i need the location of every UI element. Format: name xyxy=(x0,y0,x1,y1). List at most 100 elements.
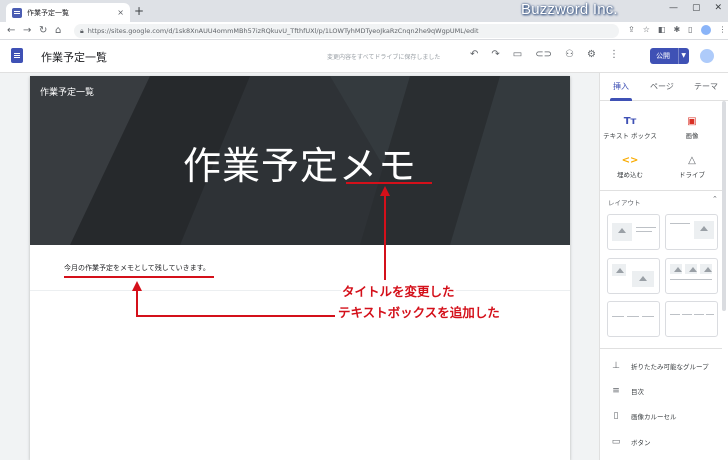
insert-text-box-button[interactable]: Tт テキスト ボックス xyxy=(600,115,660,140)
component-image-carousel[interactable]: ▯ 画像カルーセル xyxy=(611,411,677,421)
panel-scrollbar[interactable] xyxy=(722,101,726,311)
minimize-icon[interactable]: — xyxy=(669,3,678,13)
text-box[interactable]: 今月の作業予定をメモとして残していきます。 xyxy=(64,263,210,273)
component-label: ボタン xyxy=(631,439,651,447)
lock-icon: 🔒︎ xyxy=(80,26,84,35)
back-icon[interactable]: ← xyxy=(7,24,15,37)
insert-drive-button[interactable]: △ ドライブ xyxy=(662,154,722,179)
bookmark-star-icon[interactable]: ☆ xyxy=(643,25,650,35)
title-changed-label: タイトルを変更した xyxy=(341,284,456,300)
layout-text-line xyxy=(706,314,714,315)
layout-image-placeholder-icon xyxy=(700,264,712,274)
component-table-of-contents[interactable]: ≡ 目次 xyxy=(611,386,644,396)
layout-section-header: レイアウト xyxy=(608,199,641,207)
url-text: https://sites.google.com/d/1sk8XnAUU4omm… xyxy=(87,27,479,35)
new-tab-button[interactable]: + xyxy=(134,4,144,18)
layout-text-line xyxy=(670,223,690,224)
insert-item-label: ドライブ xyxy=(679,171,705,179)
title-annotation-underline xyxy=(346,182,432,184)
publish-button[interactable]: 公開 ▼ xyxy=(650,48,689,64)
link-icon[interactable]: ⊂⊃ xyxy=(535,49,552,60)
insert-embed-button[interactable]: <> 埋め込む xyxy=(600,154,660,179)
add-person-icon[interactable]: ⚇ xyxy=(565,49,574,60)
tab-close-icon[interactable]: × xyxy=(117,8,124,17)
component-label: 目次 xyxy=(631,388,644,396)
header-banner[interactable]: 作業予定一覧 作業予定メモ xyxy=(30,76,570,245)
document-title[interactable]: 作業予定一覧 xyxy=(41,49,107,65)
settings-gear-icon[interactable]: ⚙ xyxy=(587,49,596,60)
layout-option[interactable] xyxy=(665,258,718,294)
tab-pages[interactable]: ページ xyxy=(650,81,674,92)
layout-option[interactable] xyxy=(665,301,718,337)
layout-option[interactable] xyxy=(665,214,718,250)
drive-icon: △ xyxy=(688,155,696,166)
insert-image-button[interactable]: ▣ 画像 xyxy=(662,115,722,140)
image-icon: ▣ xyxy=(687,116,697,127)
layout-text-line xyxy=(670,314,680,315)
puzzle-icon[interactable]: ✱ xyxy=(673,25,680,35)
collapse-chevron-icon[interactable]: ⌃ xyxy=(712,195,718,203)
panel-tabs: 挿入 ページ テーマ xyxy=(600,73,728,101)
page-title[interactable]: 作業予定メモ xyxy=(30,135,570,190)
component-button[interactable]: ▭ ボタン xyxy=(611,437,651,447)
active-tab-indicator xyxy=(610,98,632,101)
layout-option[interactable] xyxy=(607,301,660,337)
layout-text-line xyxy=(612,316,624,317)
right-side-panel: 挿入 ページ テーマ Tт テキスト ボックス ▣ 画像 <> 埋め込む △ ド… xyxy=(599,73,728,460)
layout-option[interactable] xyxy=(607,214,660,250)
home-icon[interactable]: ⌂ xyxy=(55,24,61,37)
google-sites-logo-icon[interactable] xyxy=(11,48,23,63)
more-options-icon[interactable]: ⋮ xyxy=(609,49,619,60)
layout-text-line xyxy=(694,314,704,315)
profile-avatar[interactable] xyxy=(700,25,711,35)
reload-icon[interactable]: ↻ xyxy=(39,24,47,37)
layout-image-placeholder-icon xyxy=(685,264,697,274)
browser-extensions: ⇪ ☆ ◧ ✱ ▯ ⋮ xyxy=(628,25,727,35)
layout-text-line xyxy=(670,279,712,280)
site-name[interactable]: 作業予定一覧 xyxy=(40,85,94,98)
layout-text-line xyxy=(642,316,654,317)
sites-favicon-icon xyxy=(12,7,22,18)
textbox-annotation-underline xyxy=(64,276,214,278)
panel-divider xyxy=(600,348,722,349)
window-controls: — ▢ ✕ xyxy=(669,3,722,13)
address-bar: ← → ↻ ⌂ 🔒︎ https://sites.google.com/d/1s… xyxy=(0,22,728,40)
layout-text-line xyxy=(627,316,639,317)
insert-item-label: 埋め込む xyxy=(617,171,643,179)
publish-dropdown-icon[interactable]: ▼ xyxy=(681,52,686,59)
watermark: Buzzword Inc. xyxy=(521,1,618,18)
sidebar-icon[interactable]: ▯ xyxy=(688,25,692,35)
layout-text-line xyxy=(682,314,692,315)
redo-icon[interactable]: ↷ xyxy=(491,49,499,60)
layout-image-placeholder-icon xyxy=(632,271,654,287)
publish-label: 公開 xyxy=(656,52,670,60)
extension-icon[interactable]: ◧ xyxy=(658,25,666,35)
preview-icon[interactable]: ▭ xyxy=(513,49,522,60)
tab-insert[interactable]: 挿入 xyxy=(613,81,629,92)
url-field[interactable]: 🔒︎ https://sites.google.com/d/1sk8XnAUU4… xyxy=(74,24,619,38)
component-collapsible-group[interactable]: ⊥ 折りたたみ可能なグループ xyxy=(611,361,709,371)
share-icon[interactable]: ⇪ xyxy=(628,25,635,35)
panel-divider xyxy=(600,190,722,191)
section-divider xyxy=(30,290,570,291)
layout-image-placeholder-icon xyxy=(694,221,714,239)
embed-icon: <> xyxy=(621,155,639,166)
layout-image-placeholder-icon xyxy=(670,264,682,274)
tab-title: 作業予定一覧 xyxy=(27,8,69,17)
insert-item-label: テキスト ボックス xyxy=(603,132,657,140)
undo-icon[interactable]: ↶ xyxy=(470,49,478,60)
collapsible-group-icon: ⊥ xyxy=(612,361,620,371)
tab-themes[interactable]: テーマ xyxy=(694,81,718,92)
table-of-contents-icon: ≡ xyxy=(612,386,620,396)
browser-tab[interactable]: 作業予定一覧 × xyxy=(6,3,130,22)
forward-icon[interactable]: → xyxy=(23,24,31,37)
user-avatar[interactable] xyxy=(699,48,715,64)
save-status: 変更内容をすべてドライブに保存しました xyxy=(327,54,441,61)
component-label: 折りたたみ可能なグループ xyxy=(631,363,709,371)
layout-option[interactable] xyxy=(607,258,660,294)
menu-icon[interactable]: ⋮ xyxy=(719,25,727,35)
close-window-icon[interactable]: ✕ xyxy=(714,3,722,13)
browser-tab-bar: 作業予定一覧 × + Buzzword Inc. — ▢ ✕ xyxy=(0,0,728,22)
textbox-added-label: テキストボックスを追加した xyxy=(337,305,501,321)
maximize-icon[interactable]: ▢ xyxy=(692,3,701,13)
